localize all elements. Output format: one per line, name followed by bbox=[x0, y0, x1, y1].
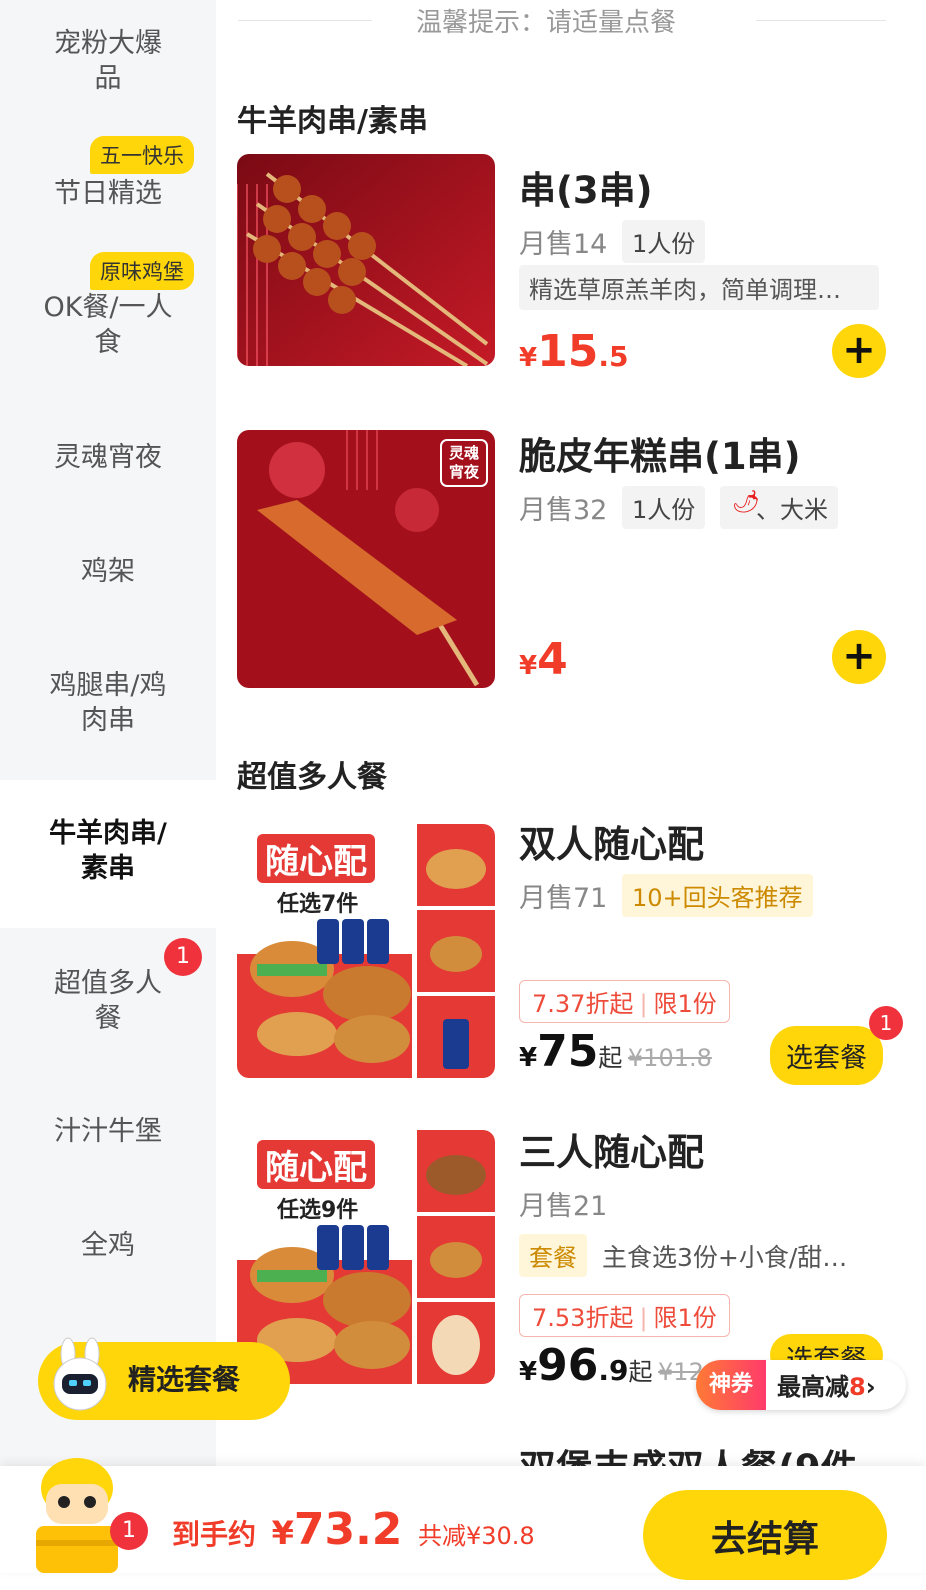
price-qi: 起 bbox=[628, 1358, 653, 1386]
sidebar-item-whole-chicken[interactable]: 全鸡 bbox=[0, 1228, 216, 1263]
product-name[interactable]: 双人随心配 bbox=[519, 814, 704, 868]
monthly-sales: 月售21 bbox=[519, 1191, 608, 1222]
checkout-button[interactable]: 去结算 bbox=[643, 1490, 887, 1580]
sidebar-item-label: 牛羊肉串/素串 bbox=[49, 818, 167, 884]
product-desc: 精选草原羔羊肉，简单调理… bbox=[519, 265, 879, 310]
product-image[interactable]: 随心配 任选7件 bbox=[237, 824, 495, 1078]
product-image[interactable]: 随心配 任选9件 bbox=[237, 1130, 495, 1384]
sidebar-item-beef-lamb[interactable]: 牛羊肉串/素串 bbox=[0, 780, 216, 928]
monthly-sales: 月售14 bbox=[519, 229, 608, 260]
sidebar-item-label: 汁汁牛堡 bbox=[54, 1116, 162, 1147]
sidebar-item-chicken-rack[interactable]: 鸡架 bbox=[0, 554, 216, 589]
featured-set-label: 精选套餐 bbox=[128, 1363, 241, 1396]
sidebar-item-label: 鸡腿串/鸡肉串 bbox=[49, 670, 167, 736]
thumb-subtitle: 任选7件 bbox=[277, 892, 359, 917]
sidebar-item-label: 鸡架 bbox=[81, 556, 135, 587]
price: ¥4 bbox=[519, 634, 568, 685]
select-count-badge: 1 bbox=[869, 1006, 903, 1040]
discount-rate: 7.37折起 bbox=[532, 990, 634, 1018]
delivery-mascot-icon[interactable] bbox=[22, 1448, 132, 1573]
price-currency: ¥ bbox=[519, 343, 538, 373]
select-set-button[interactable]: 选套餐 bbox=[770, 1026, 883, 1085]
price-integer: 96 bbox=[537, 1340, 599, 1391]
sidebar-item-value-meal[interactable]: 超值多人餐 bbox=[0, 966, 216, 1036]
total-price: 到手约 ¥73.2 共减¥30.8 bbox=[172, 1504, 535, 1555]
sidebar-item-label: 宠粉大爆品 bbox=[54, 28, 162, 94]
sidebar-item-label: 灵魂宵夜 bbox=[54, 442, 162, 473]
discount-tag: 7.53折起 | 限1份 bbox=[519, 1294, 730, 1337]
repeat-customer-tag: 10+回头客推荐 bbox=[622, 874, 813, 917]
limit-text: 限1份 bbox=[653, 1304, 717, 1332]
sidebar-item-label: 超值多人餐 bbox=[54, 968, 162, 1034]
price-decimal: .5 bbox=[598, 340, 629, 373]
product-image[interactable] bbox=[237, 154, 495, 366]
sidebar-item-chicken-skewers[interactable]: 鸡腿串/鸡肉串 bbox=[0, 668, 216, 738]
price: ¥75起 ¥101.8 bbox=[519, 1026, 712, 1077]
cart-count-badge: 1 bbox=[110, 1512, 148, 1550]
portion-chip: 1人份 bbox=[622, 220, 706, 263]
set-tag: 套餐 bbox=[519, 1234, 587, 1277]
add-button[interactable]: + bbox=[832, 630, 886, 684]
sidebar-item-label: OK餐/一人食 bbox=[43, 292, 173, 358]
thumb-subtitle: 任选9件 bbox=[277, 1198, 359, 1223]
sidebar-item-festival[interactable]: 节日精选 bbox=[0, 176, 216, 211]
portion-chip: 1人份 bbox=[622, 486, 706, 529]
price-currency: ¥ bbox=[519, 1357, 538, 1387]
discount-tag: 7.37折起 | 限1份 bbox=[519, 980, 730, 1023]
price-integer: 15 bbox=[537, 326, 599, 377]
saved-amount: 共减¥30.8 bbox=[418, 1522, 535, 1550]
chili-icon: 🌶 bbox=[732, 490, 760, 515]
sidebar-item-hot[interactable]: 宠粉大爆品 bbox=[0, 26, 216, 96]
price-integer: 4 bbox=[537, 634, 568, 685]
thumb-title: 随心配 bbox=[257, 1140, 375, 1189]
monthly-sales: 月售71 bbox=[519, 883, 608, 914]
sidebar-item-night-snack[interactable]: 灵魂宵夜 bbox=[0, 440, 216, 475]
price-currency: ¥ bbox=[519, 651, 538, 681]
sidebar-tag: 原味鸡堡 bbox=[90, 252, 194, 290]
robot-mascot-icon bbox=[40, 1336, 120, 1422]
product-name[interactable]: 三人随心配 bbox=[519, 1122, 704, 1176]
price-qi: 起 bbox=[598, 1044, 623, 1072]
price-integer: 75 bbox=[537, 1026, 599, 1077]
price-decimal: .9 bbox=[598, 1354, 629, 1387]
add-button[interactable]: + bbox=[832, 324, 886, 378]
product-image[interactable]: 灵魂宵夜 bbox=[237, 430, 495, 688]
chevron-right-icon: › bbox=[865, 1373, 876, 1401]
tip-text: 温馨提示：请适量点餐 bbox=[416, 8, 677, 38]
divider bbox=[238, 20, 372, 21]
tag-text: 、大米 bbox=[756, 496, 828, 524]
coupon-text[interactable]: 最高减8› bbox=[777, 1367, 876, 1402]
total-label: 到手约 bbox=[172, 1518, 257, 1551]
total-currency: ¥ bbox=[271, 1514, 294, 1552]
sidebar-item-juicy-burger[interactable]: 汁汁牛堡 bbox=[0, 1114, 216, 1149]
section-title: 超值多人餐 bbox=[237, 760, 387, 795]
product-name[interactable]: 串(3串) bbox=[519, 160, 653, 214]
sidebar-item-label: 节日精选 bbox=[54, 178, 162, 209]
coupon-amount: 8 bbox=[849, 1373, 866, 1401]
thumb-title: 随心配 bbox=[257, 834, 375, 883]
sidebar-tag: 五一快乐 bbox=[90, 136, 194, 174]
price: ¥96.9起 ¥120 bbox=[519, 1340, 719, 1391]
sidebar-item-label: 全鸡 bbox=[81, 1230, 135, 1261]
limit-text: 限1份 bbox=[653, 990, 717, 1018]
tag-chip: 🌶 、大米 bbox=[720, 486, 838, 529]
divider bbox=[756, 20, 886, 21]
price-currency: ¥ bbox=[519, 1043, 538, 1073]
total-amount: 73.2 bbox=[293, 1504, 403, 1555]
price: ¥15.5 bbox=[519, 326, 628, 377]
discount-rate: 7.53折起 bbox=[532, 1304, 634, 1332]
product-name[interactable]: 双堡丰盛双人餐(9件 bbox=[519, 1438, 858, 1466]
product-desc: 主食选3份+小食/甜… bbox=[602, 1243, 848, 1272]
product-name[interactable]: 脆皮年糕串(1串) bbox=[519, 426, 801, 480]
coupon-label: 最高减 bbox=[777, 1373, 849, 1401]
sidebar-item-ok-meal[interactable]: OK餐/一人食 bbox=[0, 290, 216, 360]
monthly-sales: 月售32 bbox=[519, 495, 608, 526]
original-price: ¥101.8 bbox=[627, 1044, 712, 1072]
thumb-badge: 灵魂宵夜 bbox=[448, 444, 479, 481]
coupon-tag: 神券 bbox=[696, 1360, 766, 1410]
section-title: 牛羊肉串/素串 bbox=[237, 104, 428, 139]
